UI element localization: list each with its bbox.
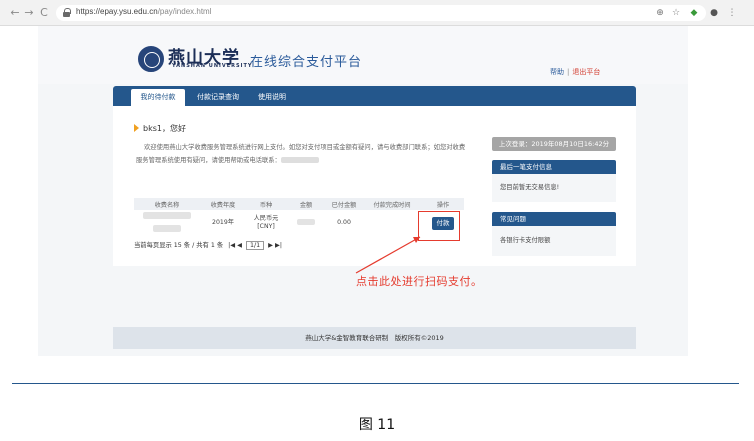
zoom-icon[interactable]: ⊕ — [654, 6, 666, 20]
extension-icon[interactable]: ◆ — [688, 6, 700, 20]
address-bar[interactable]: https://epay.ysu.edu.cn/pay/index.html — [56, 5, 706, 21]
next-page-icon[interactable]: ▶ — [268, 242, 273, 249]
col-completion-time: 付款完成时间 — [362, 198, 422, 210]
table-header-row: 收费名称 收费年度 币种 金额 已付金额 付款完成时间 操作 — [134, 198, 464, 210]
document-divider — [12, 383, 739, 384]
fee-year-cell: 2019年 — [212, 219, 234, 226]
back-icon[interactable]: ← — [8, 5, 22, 21]
pagination: 当前每页显示 15 条 / 共有 1 条 |◀ ◀ 1/1 ▶ ▶| — [134, 240, 282, 250]
platform-title: 在线综合支付平台 — [250, 55, 363, 70]
blurred-amount — [297, 218, 315, 225]
last-login-info: 上次登录：2019年08月10日16:42分 — [492, 137, 616, 151]
help-link[interactable]: 帮助 — [550, 68, 564, 76]
browser-toolbar: ← → C https://epay.ysu.edu.cn/pay/index.… — [0, 0, 754, 26]
figure-caption: 图 11 — [358, 417, 396, 433]
blurred-fee-name — [143, 211, 191, 219]
pay-highlight-box — [418, 211, 460, 241]
amount-cell — [286, 210, 326, 236]
university-seal-icon — [138, 46, 164, 72]
annotation-text: 点击此处进行扫码支付。 — [356, 275, 483, 288]
col-amount: 金额 — [286, 198, 326, 210]
col-paid-amount: 已付金额 — [326, 198, 362, 210]
prev-page-icon[interactable]: ◀ — [237, 242, 242, 249]
reload-icon[interactable]: C — [37, 5, 51, 21]
forward-icon[interactable]: → — [22, 5, 36, 21]
profile-icon[interactable]: ● — [708, 6, 720, 20]
tab-instructions[interactable]: 使用说明 — [251, 89, 293, 106]
tab-bar: 我的待付款 付款记录查询 使用说明 — [113, 86, 636, 106]
welcome-text: 欢迎使用燕山大学收费服务管理系统进行网上支付。如您对支付项目或金额有疑问，请与收… — [136, 144, 466, 164]
first-page-icon[interactable]: |◀ — [228, 242, 235, 249]
link-separator: | — [567, 68, 570, 76]
completion-time-cell — [362, 210, 422, 236]
page-number-input[interactable]: 1/1 — [245, 241, 265, 250]
col-fee-year: 收费年度 — [200, 198, 246, 210]
paid-amount-cell: 0.00 — [337, 219, 351, 226]
tab-payment-history[interactable]: 付款记录查询 — [191, 89, 245, 106]
blurred-contact — [280, 157, 319, 163]
greeting-marker-icon — [134, 124, 139, 132]
menu-icon[interactable]: ⋮ — [726, 6, 738, 20]
lock-icon — [63, 8, 71, 17]
col-operation: 操作 — [422, 198, 464, 210]
table-row: 2019年 人民币元 [CNY] 0.00 付款 — [134, 210, 464, 236]
logo-text-en: YANSHAN UNIVERSITY — [172, 63, 253, 69]
blurred-fee-name — [153, 224, 181, 232]
url-text: https://epay.ysu.edu.cn/pay/index.html — [76, 7, 212, 16]
pagination-summary: 当前每页显示 15 条 / 共有 1 条 — [134, 242, 224, 249]
fee-table: 收费名称 收费年度 币种 金额 已付金额 付款完成时间 操作 2019年 人民币… — [134, 198, 464, 236]
latest-payment-title: 最后一笔支付信息 — [492, 160, 616, 174]
star-icon[interactable]: ☆ — [670, 6, 682, 20]
fee-name-cell — [134, 210, 200, 236]
logout-link[interactable]: 退出平台 — [572, 68, 600, 76]
header-links: 帮助 | 退出平台 — [550, 67, 600, 77]
site-footer: 燕山大学&金智教育联合研制 版权所有©2019 — [113, 327, 636, 349]
tab-pending-payments[interactable]: 我的待付款 — [131, 89, 185, 106]
last-page-icon[interactable]: ▶| — [275, 242, 282, 249]
greeting: bks1，您好 — [143, 124, 186, 133]
faq-title: 常见问题 — [492, 212, 616, 226]
col-currency: 币种 — [246, 198, 286, 210]
latest-payment-body: 您目前暂无交易信息! — [492, 174, 616, 202]
faq-item-bank-limits[interactable]: 各银行卡支付限额 — [492, 226, 616, 256]
currency-cell: 人民币元 [CNY] — [253, 215, 279, 230]
col-fee-name: 收费名称 — [134, 198, 200, 210]
